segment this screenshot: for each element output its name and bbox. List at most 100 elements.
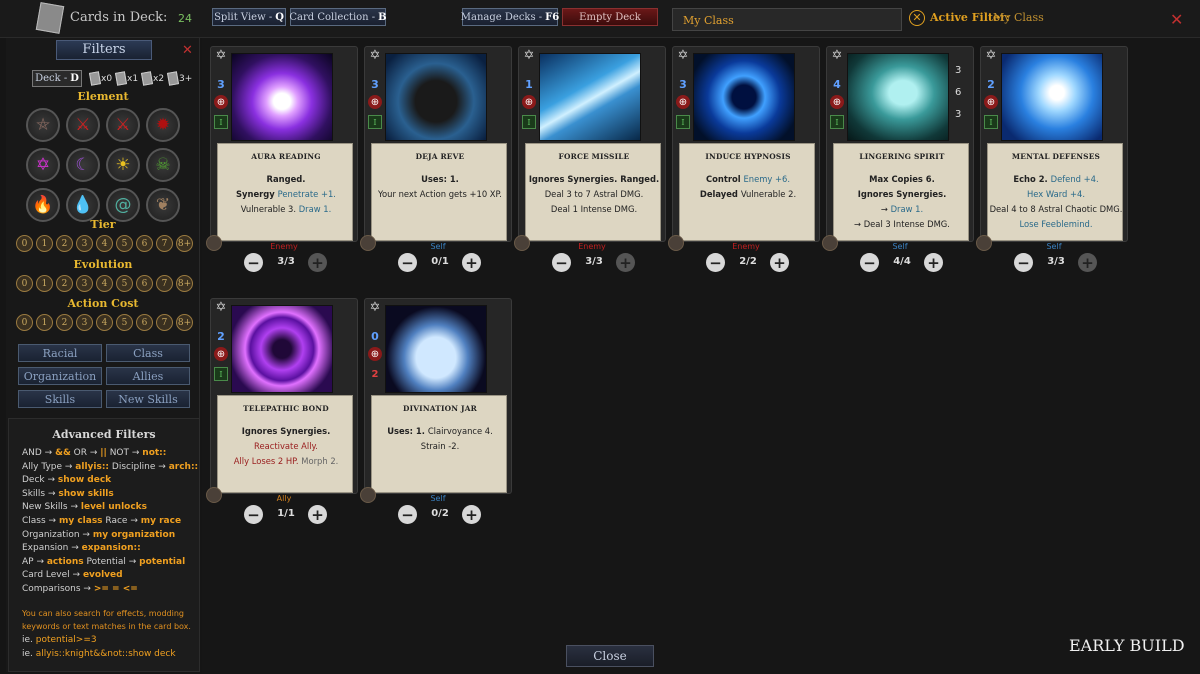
split-view-button[interactable]: Split View -Q	[212, 8, 286, 26]
add-copy-button[interactable]: +	[1078, 253, 1097, 272]
element-filter-crescent-moon[interactable]: ☾	[66, 148, 100, 182]
evolution-filter-4[interactable]: 4	[96, 275, 113, 292]
evolution-filter-2[interactable]: 2	[56, 275, 73, 292]
tier-filter-2[interactable]: 2	[56, 235, 73, 252]
action-cost-filter-4[interactable]: 4	[96, 314, 113, 331]
card-name: Telepathic Bond	[243, 404, 329, 413]
add-copy-button[interactable]: +	[462, 505, 481, 524]
remove-copy-button[interactable]: −	[552, 253, 571, 272]
remove-copy-button[interactable]: −	[244, 253, 263, 272]
tier-filter-0[interactable]: 0	[16, 235, 33, 252]
empty-deck-button[interactable]: Empty Deck	[562, 8, 658, 26]
card-frame: ✡ 0 ⊕ 2 Divination Jar Uses: 1. Clairvoyance …	[364, 298, 512, 494]
element-filter-water-drop[interactable]: 💧	[66, 188, 100, 222]
evolution-filter-8+[interactable]: 8+	[176, 275, 193, 292]
card-telepathic-bond[interactable]: ✡ 2 ⊕ I Telepathic Bond Ignores Synergies. Rea…	[206, 298, 358, 528]
tier-filter-7[interactable]: 7	[156, 235, 173, 252]
copies-label: x1	[127, 74, 139, 84]
evolution-filter-5[interactable]: 5	[116, 275, 133, 292]
syntax-text: Comparisons →	[22, 584, 94, 594]
card-effect-text: Max Copies 6.	[869, 174, 935, 184]
evolution-filter-6[interactable]: 6	[136, 275, 153, 292]
remove-copy-button[interactable]: −	[706, 253, 725, 272]
tier-filter-6[interactable]: 6	[136, 235, 153, 252]
action-cost-title: Action Cost	[67, 297, 139, 310]
card-divination-jar[interactable]: ✡ 0 ⊕ 2 Divination Jar Uses: 1. Clairvoyance …	[360, 298, 512, 528]
element-filter-wind-swirl[interactable]: @	[106, 188, 140, 222]
element-filter-flame[interactable]: 🔥	[26, 188, 60, 222]
card-aura-reading[interactable]: ✡ 3 ⊕ I Aura Reading Ranged. Synergy Penetrate…	[206, 46, 358, 276]
discipline-hexagram-icon: ✡	[215, 299, 227, 315]
card-frame: ✡ 3 ⊕ I Deja Reve Uses: 1. Your next Action ge…	[364, 46, 512, 242]
element-filter-sun[interactable]: ☀	[106, 148, 140, 182]
category-button-organization[interactable]: Organization	[18, 367, 102, 385]
category-button-skills[interactable]: Skills	[18, 390, 102, 408]
evolution-filter-0[interactable]: 0	[16, 275, 33, 292]
add-copy-button[interactable]: +	[462, 253, 481, 272]
evolution-filter-1[interactable]: 1	[36, 275, 53, 292]
add-copy-button[interactable]: +	[308, 505, 327, 524]
category-button-new-skills[interactable]: New Skills	[106, 390, 190, 408]
element-filter-blood-splat[interactable]: ✹	[146, 108, 180, 142]
category-button-class[interactable]: Class	[106, 344, 190, 362]
tier-badge: I	[830, 115, 844, 129]
action-cost-filter-2[interactable]: 2	[56, 314, 73, 331]
remove-copy-button[interactable]: −	[398, 505, 417, 524]
add-copy-button[interactable]: +	[924, 253, 943, 272]
element-filter-crossed-swords[interactable]: ⚔	[66, 108, 100, 142]
element-filter-crossed-swords-blood[interactable]: ⚔	[106, 108, 140, 142]
element-filter-pentagram[interactable]: ⛤	[26, 108, 60, 142]
evolution-filter-7[interactable]: 7	[156, 275, 173, 292]
tier-filter-5[interactable]: 5	[116, 235, 133, 252]
card-deja-reve[interactable]: ✡ 3 ⊕ I Deja Reve Uses: 1. Your next Action ge…	[360, 46, 512, 276]
deck-filter-button[interactable]: Deck -D	[32, 70, 82, 87]
close-window-icon[interactable]: ✕	[1170, 10, 1183, 29]
tier-filter-3[interactable]: 3	[76, 235, 93, 252]
add-copy-button[interactable]: +	[308, 253, 327, 272]
action-cost-filter-6[interactable]: 6	[136, 314, 153, 331]
close-button[interactable]: Close	[566, 645, 654, 667]
copies-label: x2	[153, 74, 165, 84]
remove-copy-button[interactable]: −	[1014, 253, 1033, 272]
action-cost-filter-7[interactable]: 7	[156, 314, 173, 331]
action-cost-filter-0[interactable]: 0	[16, 314, 33, 331]
copy-counter: − 3/3 +	[210, 253, 358, 273]
card-collection-button[interactable]: Card Collection -B	[289, 8, 387, 26]
copies-filter-1[interactable]: x1	[114, 70, 140, 88]
copy-counter: − 3/3 +	[518, 253, 666, 273]
element-filter-skull[interactable]: ☠	[146, 148, 180, 182]
action-cost-filter-1[interactable]: 1	[36, 314, 53, 331]
remove-copy-button[interactable]: −	[244, 505, 263, 524]
category-button-racial[interactable]: Racial	[18, 344, 102, 362]
card-art	[231, 305, 333, 393]
clear-filter-icon[interactable]: ✕	[909, 10, 925, 26]
card-lingering-spirit[interactable]: ✡ 4 ⊕ I 3 6 3 Lingering Spirit Max Copies 6. Igno…	[822, 46, 974, 276]
category-button-allies[interactable]: Allies	[106, 367, 190, 385]
add-copy-button[interactable]: +	[770, 253, 789, 272]
action-cost-filter-5[interactable]: 5	[116, 314, 133, 331]
card-mental-defenses[interactable]: ✡ 2 ⊕ I Mental Defenses Echo 2. Defend +4. Hex…	[976, 46, 1128, 276]
evolution-filter-3[interactable]: 3	[76, 275, 93, 292]
add-copy-button[interactable]: +	[616, 253, 635, 272]
card-effect-line: Synergy Penetrate +1.	[218, 189, 354, 199]
close-filters-icon[interactable]: ✕	[182, 43, 193, 58]
tier-filter-1[interactable]: 1	[36, 235, 53, 252]
card-force-missile[interactable]: ✡ 1 ⊕ I Force Missile Ignores Synergies. Rang…	[514, 46, 666, 276]
action-cost-filter-8+[interactable]: 8+	[176, 314, 193, 331]
card-induce-hypnosis[interactable]: ✡ 3 ⊕ I Induce Hypnosis Control Enemy +6. Dela…	[668, 46, 820, 276]
action-cost-filter-3[interactable]: 3	[76, 314, 93, 331]
remove-copy-button[interactable]: −	[860, 253, 879, 272]
copies-filter-3[interactable]: 3+	[166, 70, 192, 88]
element-filter-leaf[interactable]: ❦	[146, 188, 180, 222]
copies-filter-2[interactable]: x2	[140, 70, 166, 88]
tier-filter-4[interactable]: 4	[96, 235, 113, 252]
element-filter-hexagram[interactable]: ✡	[26, 148, 60, 182]
remove-copy-button[interactable]: −	[398, 253, 417, 272]
card-effect-line: Echo 2. Defend +4.	[988, 174, 1124, 184]
copies-filter-0[interactable]: x0	[88, 70, 114, 88]
syntax-keyword: show deck	[57, 475, 112, 486]
card-effect-line: Lose Feeblemind.	[988, 219, 1124, 229]
search-input[interactable]: My Class	[672, 8, 902, 31]
tier-filter-8+[interactable]: 8+	[176, 235, 193, 252]
manage-decks-button[interactable]: Manage Decks - F6	[461, 8, 559, 26]
